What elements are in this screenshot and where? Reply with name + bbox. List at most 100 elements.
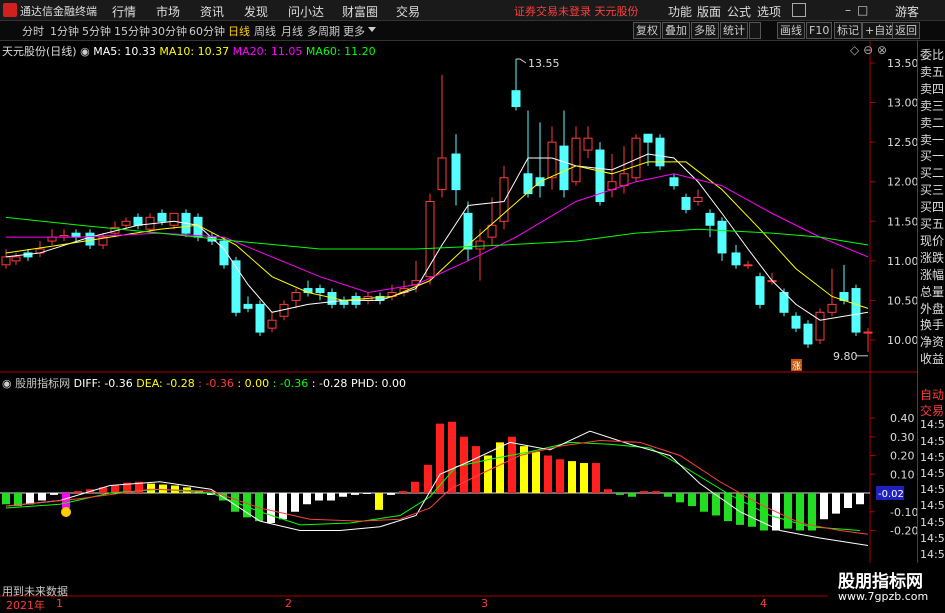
maximize-icon[interactable]: □: [857, 3, 874, 17]
candle-body: [583, 137, 593, 151]
candle-body: [499, 177, 509, 222]
candle-body: [717, 220, 727, 254]
quote-label: 换手: [920, 318, 945, 333]
macd-bar: [2, 493, 10, 505]
guest-login-button[interactable]: 游客: [895, 3, 919, 20]
trade-time: 14:56: [920, 499, 945, 513]
candle-body: [169, 212, 179, 226]
y-tick-label: 12.00: [887, 176, 917, 189]
auto-trade-label: 交易: [920, 404, 945, 419]
indicator-settings-icon[interactable]: ◉: [2, 377, 12, 390]
macd-bar: [315, 493, 323, 501]
quote-label: 收益: [920, 352, 945, 367]
trade-time: 14:56: [920, 483, 945, 497]
period-monthly[interactable]: 月线: [281, 23, 303, 39]
macd-bar: [339, 493, 347, 497]
quote-label: 外盘: [920, 301, 945, 316]
quote-label: 卖五: [920, 64, 945, 79]
menu-item-discover[interactable]: 发现: [244, 3, 268, 20]
diamond-icon[interactable]: ◇: [850, 43, 859, 57]
auto-trade-label: 自动: [920, 388, 945, 402]
ma5-line: [5, 153, 869, 321]
multi-stock-button[interactable]: 多股: [691, 22, 719, 39]
macd-bar: [760, 493, 768, 531]
y-tick-label: 13.50: [887, 57, 917, 70]
period-intraday[interactable]: 分时: [22, 23, 44, 39]
candle-body: [791, 315, 801, 329]
minimize-icon[interactable]: –: [845, 3, 857, 17]
month-label-jan: 1: [56, 597, 63, 610]
menu-item-news[interactable]: 资讯: [200, 3, 224, 20]
zoom-out-icon[interactable]: ⊖: [863, 43, 873, 57]
ma60-legend: MA60: 11.20: [305, 45, 376, 58]
message-icon[interactable]: [792, 3, 806, 17]
chart-area[interactable]: 13.50 13.00 12.50 12.00 11.50 11.00 10.50 10.00…: [0, 41, 917, 609]
settings-icon[interactable]: ◉: [80, 45, 90, 58]
candle-body: [303, 288, 313, 294]
macd-bar: [351, 493, 359, 495]
quote-label: 委比: [920, 48, 945, 62]
candle-body: [669, 177, 679, 187]
chart-tools[interactable]: ◇ ⊖ ⊗: [850, 43, 887, 57]
menu-item-options[interactable]: 选项: [757, 3, 781, 20]
candle-body: [815, 311, 825, 341]
month-label-feb: 2: [285, 597, 292, 610]
candle-body: [121, 220, 131, 226]
menu-item-community[interactable]: 财富圈: [342, 3, 378, 20]
mark-button[interactable]: 标记: [834, 22, 862, 39]
menu-item-function[interactable]: 功能: [668, 3, 692, 20]
menu-item-trade[interactable]: 交易: [396, 3, 420, 20]
macd-bar: [375, 493, 383, 510]
period-weekly[interactable]: 周线: [254, 23, 276, 39]
stock-label: 天元股份(日线): [2, 45, 77, 58]
overlay-button[interactable]: 叠加: [662, 22, 690, 39]
ma10-line: [5, 161, 869, 309]
menu-item-assistant[interactable]: 问小达: [288, 3, 324, 20]
indicator-name: 股朋指标网: [15, 377, 71, 390]
macd-bar: [844, 493, 852, 508]
draw-button[interactable]: 画线: [777, 22, 805, 39]
stats-button[interactable]: 统计: [720, 22, 748, 39]
macd-y-tick-label: -0.20: [890, 525, 917, 538]
f10-button[interactable]: F10: [806, 22, 833, 39]
candle-body: [255, 303, 265, 333]
close-icon[interactable]: ⊗: [877, 43, 887, 57]
period-15min[interactable]: 15分钟: [114, 23, 150, 39]
period-30min[interactable]: 30分钟: [151, 23, 187, 39]
trade-time: 14:56: [920, 515, 945, 529]
back-button[interactable]: 返回: [892, 22, 920, 39]
adjust-button[interactable]: 复权: [633, 22, 661, 39]
candle-body: [85, 232, 95, 246]
menu-item-market[interactable]: 市场: [156, 3, 180, 20]
menu-item-layout[interactable]: 版面: [697, 3, 721, 20]
trade-time: 14:56: [920, 467, 945, 480]
period-more[interactable]: 更多: [343, 23, 365, 39]
ma5-legend: MA5: 10.33: [93, 45, 156, 58]
high-marker: [516, 58, 527, 64]
limit-badge-label: 涨: [792, 361, 801, 372]
period-60min[interactable]: 60分钟: [189, 23, 225, 39]
macd-bar: [616, 493, 624, 495]
trade-time: 14:56: [920, 418, 945, 432]
quote-label: 卖四: [920, 81, 945, 96]
candle-body: [243, 303, 253, 309]
macd-bar: [411, 481, 419, 493]
green-value: : -0.36: [272, 377, 309, 390]
period-multi[interactable]: 多周期: [307, 23, 340, 39]
high-label: 13.55: [528, 57, 560, 70]
macd-bar: [508, 436, 516, 493]
macd-bar: [424, 464, 432, 493]
macd-bar: [664, 493, 672, 497]
menu-item-formula[interactable]: 公式: [727, 3, 751, 20]
period-1min[interactable]: 1分钟: [50, 23, 79, 39]
chevron-down-icon[interactable]: [368, 27, 376, 32]
macd-bar: [652, 491, 660, 493]
period-daily[interactable]: 日线: [228, 23, 250, 39]
macd-bar: [399, 491, 407, 493]
menu-item-quotes[interactable]: 行情: [112, 3, 136, 20]
window-controls[interactable]: –□: [845, 3, 874, 17]
smile-icon: [61, 507, 71, 517]
period-5min[interactable]: 5分钟: [82, 23, 111, 39]
candle-body: [705, 212, 715, 226]
macd-bar: [74, 491, 82, 493]
